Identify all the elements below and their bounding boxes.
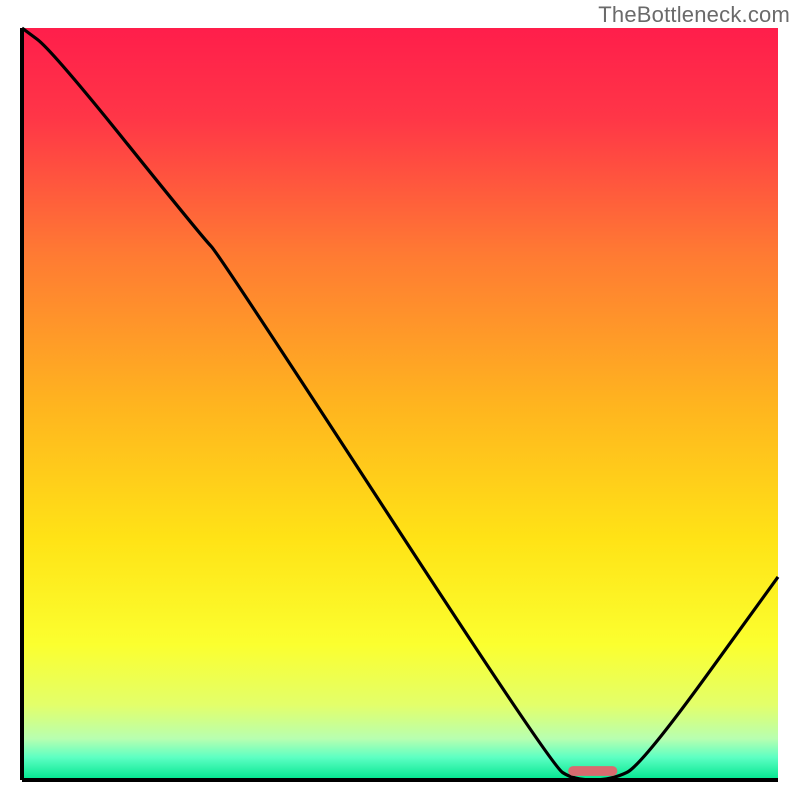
optimum-marker — [568, 766, 617, 776]
plot-gradient-bg — [22, 28, 778, 780]
bottleneck-chart — [0, 0, 800, 800]
